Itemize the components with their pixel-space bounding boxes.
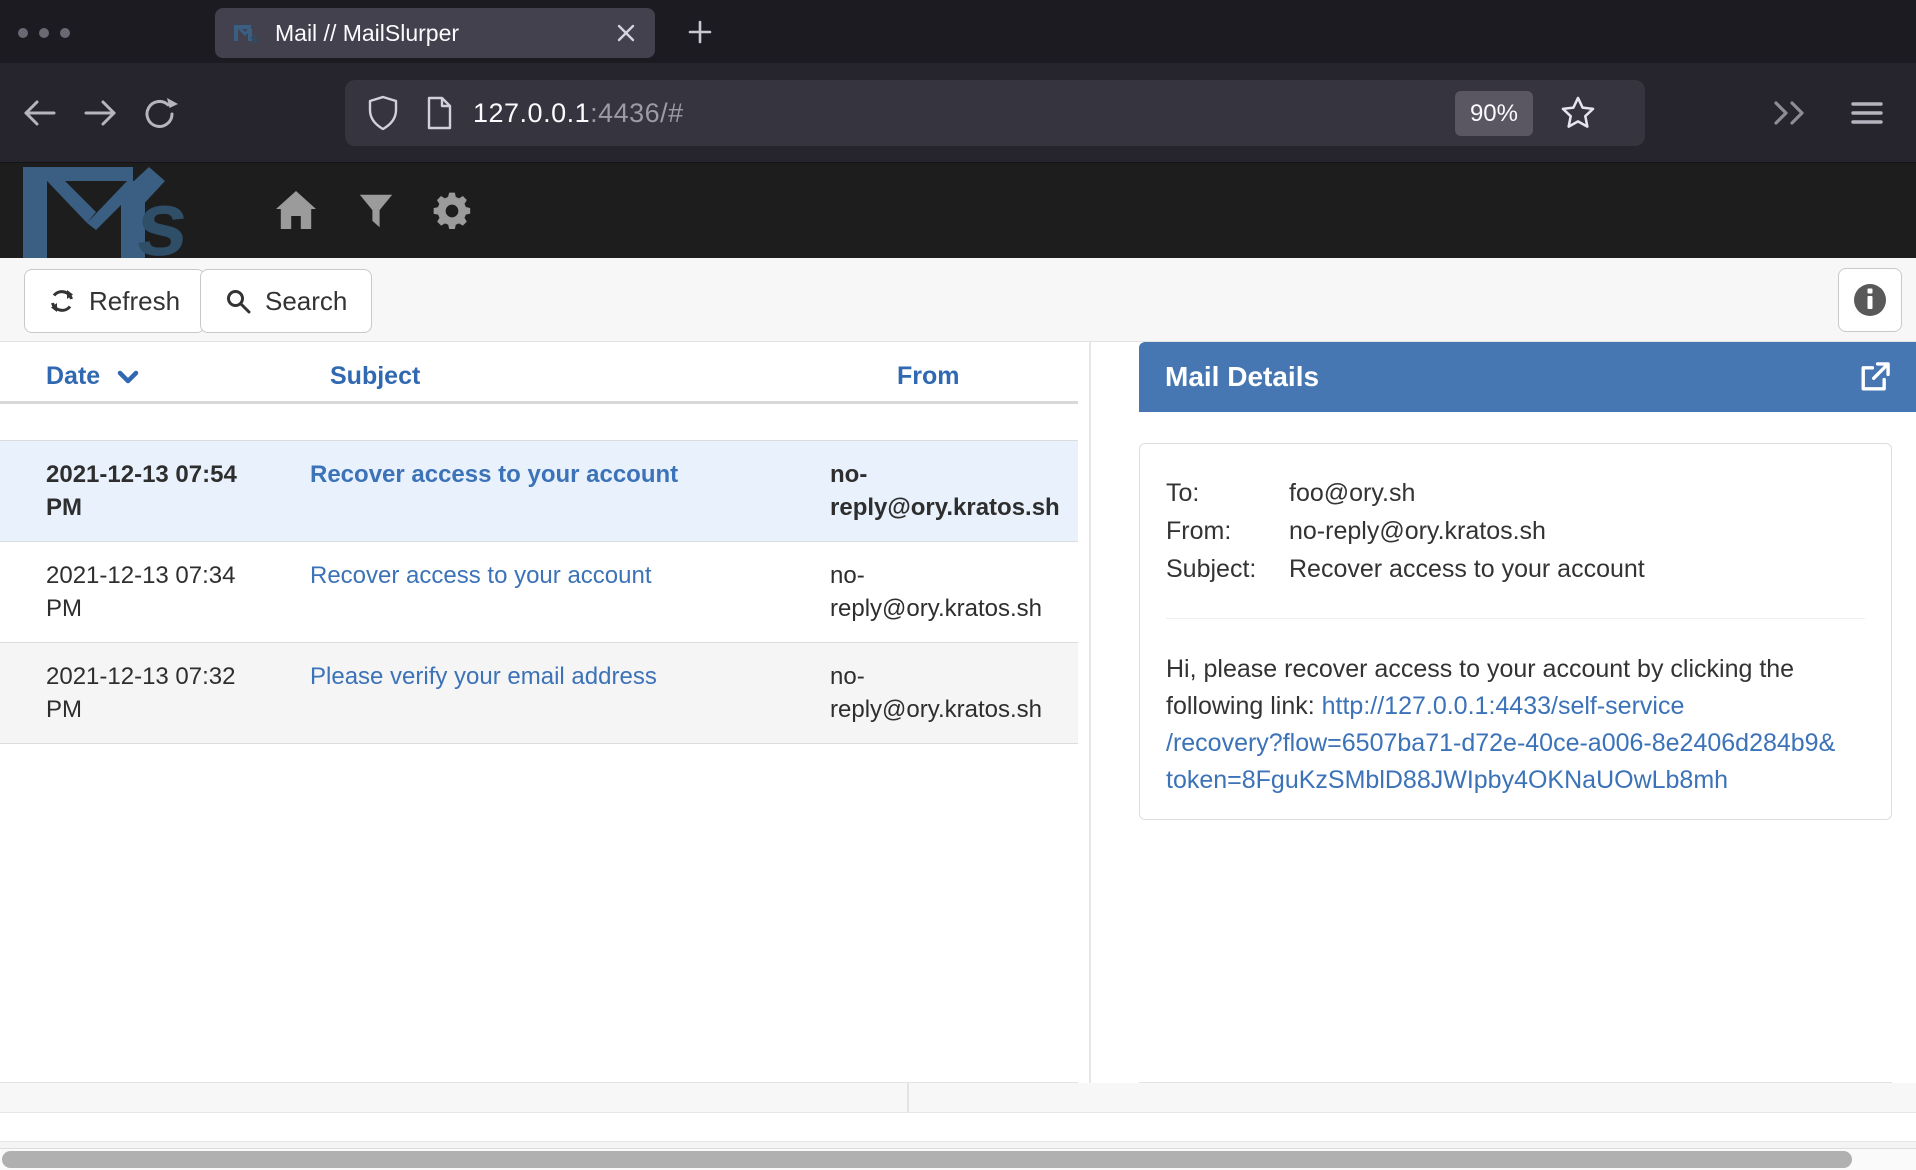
mail-from: no-reply@ory.kratos.sh bbox=[806, 559, 1078, 625]
mail-row[interactable]: 2021-12-13 07:32 PM Please verify your e… bbox=[0, 643, 1078, 744]
mail-row-selected[interactable]: 2021-12-13 07:54 PM Recover access to yo… bbox=[0, 441, 1078, 542]
mail-subject-link[interactable]: Recover access to your account bbox=[310, 562, 652, 589]
filter-icon[interactable] bbox=[356, 193, 396, 229]
mail-details-header: Mail Details bbox=[1139, 342, 1916, 412]
search-icon bbox=[225, 288, 251, 314]
mailslurper-favicon-icon: s bbox=[233, 20, 259, 46]
refresh-icon bbox=[49, 288, 75, 314]
horizontal-scrollbar[interactable] bbox=[0, 1148, 1916, 1170]
search-button[interactable]: Search bbox=[200, 269, 372, 333]
subject-value: Recover access to your account bbox=[1289, 550, 1645, 588]
window-controls[interactable] bbox=[18, 28, 70, 38]
mail-date: 2021-12-13 07:32 PM bbox=[0, 660, 302, 726]
scrollbar-thumb[interactable] bbox=[2, 1151, 1852, 1168]
mail-from: no-reply@ory.kratos.sh bbox=[806, 458, 1078, 524]
menu-hamburger-icon[interactable] bbox=[1850, 99, 1884, 127]
mail-body: Hi, please recover access to your accoun… bbox=[1166, 651, 1865, 799]
mail-details-card: To: foo@ory.sh From: no-reply@ory.kratos… bbox=[1139, 443, 1892, 820]
action-toolbar: Refresh Search bbox=[0, 258, 1916, 342]
url-text[interactable]: 127.0.0.1:4436/# bbox=[473, 98, 684, 129]
browser-toolbar: 127.0.0.1:4436/# 90% bbox=[0, 63, 1916, 163]
home-icon[interactable] bbox=[274, 189, 318, 231]
browser-titlebar: s Mail // MailSlurper bbox=[0, 0, 1916, 63]
app-navbar: s bbox=[0, 163, 1916, 258]
browser-window: s Mail // MailSlurper bbox=[0, 0, 1916, 1170]
browser-tab[interactable]: s Mail // MailSlurper bbox=[215, 8, 655, 58]
column-header-from[interactable]: From bbox=[806, 362, 1078, 401]
from-value: no-reply@ory.kratos.sh bbox=[1289, 512, 1546, 550]
to-value: foo@ory.sh bbox=[1289, 474, 1415, 512]
forward-icon[interactable] bbox=[82, 96, 118, 130]
details-divider bbox=[1166, 618, 1865, 619]
mail-details-panel: Mail Details To: foo@ory.sh From: no-re bbox=[1139, 342, 1916, 820]
mail-row[interactable]: 2021-12-13 07:34 PM Recover access to yo… bbox=[0, 542, 1078, 643]
mail-subject-link[interactable]: Recover access to your account bbox=[310, 461, 678, 488]
mail-from: no-reply@ory.kratos.sh bbox=[806, 660, 1078, 726]
subject-label: Subject: bbox=[1166, 550, 1289, 588]
mail-date: 2021-12-13 07:54 PM bbox=[0, 458, 302, 524]
svg-text:s: s bbox=[250, 30, 258, 46]
footer-strip bbox=[0, 1083, 1916, 1112]
mail-subject-link[interactable]: Please verify your email address bbox=[310, 663, 657, 690]
settings-gear-icon[interactable] bbox=[432, 191, 472, 231]
new-tab-button[interactable] bbox=[686, 18, 714, 46]
mail-list: Date Subject From 2021-12-13 07:54 PM Re… bbox=[0, 342, 1078, 744]
footer-bar bbox=[0, 1112, 1916, 1142]
tab-close-icon[interactable] bbox=[615, 22, 637, 44]
mail-details-title: Mail Details bbox=[1165, 361, 1858, 393]
overflow-chevrons-icon[interactable] bbox=[1770, 99, 1812, 127]
column-header-date[interactable]: Date bbox=[0, 362, 302, 401]
mail-list-header: Date Subject From bbox=[0, 342, 1078, 404]
reload-icon[interactable] bbox=[142, 96, 178, 132]
back-icon[interactable] bbox=[22, 96, 58, 130]
from-label: From: bbox=[1166, 512, 1289, 550]
refresh-button-label: Refresh bbox=[89, 286, 180, 317]
mail-date: 2021-12-13 07:34 PM bbox=[0, 559, 302, 625]
panel-divider bbox=[1089, 342, 1091, 1083]
bookmark-star-icon[interactable] bbox=[1559, 94, 1597, 132]
info-button[interactable] bbox=[1838, 268, 1902, 332]
svg-text:s: s bbox=[132, 171, 194, 258]
refresh-button[interactable]: Refresh bbox=[24, 269, 205, 333]
tab-title: Mail // MailSlurper bbox=[275, 20, 615, 47]
mailslurper-logo: s bbox=[23, 167, 223, 258]
zoom-level-badge[interactable]: 90% bbox=[1455, 91, 1533, 136]
footer-seam bbox=[907, 1083, 909, 1112]
mail-rows: 2021-12-13 07:54 PM Recover access to yo… bbox=[0, 440, 1078, 744]
search-button-label: Search bbox=[265, 286, 347, 317]
url-bar[interactable]: 127.0.0.1:4436/# 90% bbox=[345, 80, 1645, 146]
info-icon bbox=[1852, 282, 1888, 318]
open-external-icon[interactable] bbox=[1858, 360, 1892, 394]
page-info-icon[interactable] bbox=[425, 96, 453, 130]
shield-icon[interactable] bbox=[367, 95, 399, 131]
column-header-subject[interactable]: Subject bbox=[302, 362, 806, 401]
main-content: Date Subject From 2021-12-13 07:54 PM Re… bbox=[0, 342, 1916, 1083]
sort-chevron-down-icon bbox=[117, 370, 139, 384]
to-label: To: bbox=[1166, 474, 1289, 512]
